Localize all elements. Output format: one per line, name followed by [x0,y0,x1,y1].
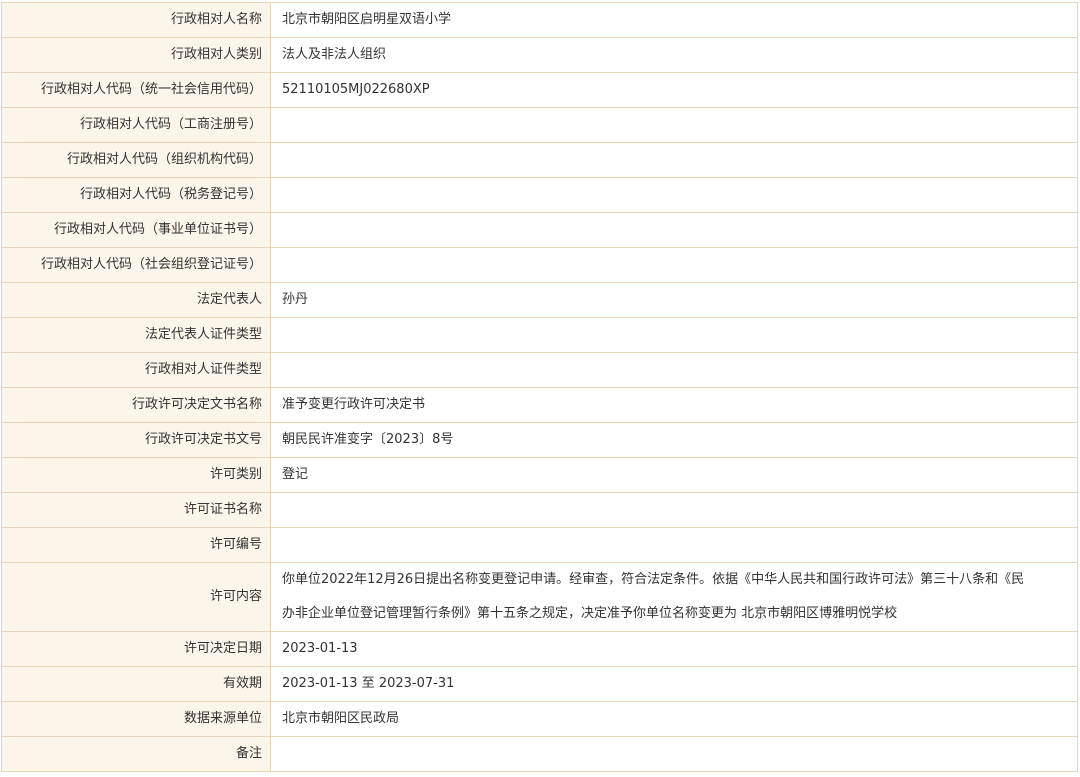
field-label: 许可内容 [1,562,271,632]
field-label: 许可编号 [1,527,271,563]
table-row: 数据来源单位 北京市朝阳区民政局 [1,701,1078,737]
field-label: 行政相对人代码（事业单位证书号） [1,212,271,248]
field-value: 2023-01-13 [270,631,1078,667]
field-value: 52110105MJ022680XP [270,72,1078,108]
table-row: 行政相对人证件类型 [1,352,1078,388]
table-row: 备注 [1,736,1078,772]
table-row: 法定代表人证件类型 [1,317,1078,353]
license-content-line: 你单位2022年12月26日提出名称变更登记申请。经审查，符合法定条件。依据《中… [282,572,1025,587]
field-value: 你单位2022年12月26日提出名称变更登记申请。经审查，符合法定条件。依据《中… [270,562,1078,632]
field-value: 2023-01-13 至 2023-07-31 [270,666,1078,702]
field-value: 孙丹 [270,282,1078,318]
field-label: 行政相对人类别 [1,37,271,73]
field-label: 许可决定日期 [1,631,271,667]
field-value [270,352,1078,388]
field-value [270,142,1078,178]
field-value: 北京市朝阳区启明星双语小学 [270,2,1078,38]
table-row: 行政相对人代码（组织机构代码） [1,142,1078,178]
table-row: 许可决定日期 2023-01-13 [1,631,1078,667]
field-label: 备注 [1,736,271,772]
field-value [270,527,1078,563]
field-value: 法人及非法人组织 [270,37,1078,73]
field-value: 准予变更行政许可决定书 [270,387,1078,423]
table-row: 行政相对人代码（社会组织登记证号） [1,247,1078,283]
table-row: 法定代表人 孙丹 [1,282,1078,318]
license-record-table: 行政相对人名称 北京市朝阳区启明星双语小学 行政相对人类别 法人及非法人组织 行… [1,2,1078,772]
field-value: 北京市朝阳区民政局 [270,701,1078,737]
field-value [270,317,1078,353]
field-value [270,492,1078,528]
field-label: 行政许可决定文书名称 [1,387,271,423]
field-label: 行政相对人证件类型 [1,352,271,388]
field-label: 数据来源单位 [1,701,271,737]
field-value [270,107,1078,143]
table-row: 许可证书名称 [1,492,1078,528]
field-label: 行政相对人名称 [1,2,271,38]
table-row: 有效期 2023-01-13 至 2023-07-31 [1,666,1078,702]
table-row: 许可内容 你单位2022年12月26日提出名称变更登记申请。经审查，符合法定条件… [1,562,1078,632]
table-row: 行政相对人代码（工商注册号） [1,107,1078,143]
field-label: 行政相对人代码（社会组织登记证号） [1,247,271,283]
field-label: 行政相对人代码（组织机构代码） [1,142,271,178]
table-row: 行政相对人代码（税务登记号） [1,177,1078,213]
field-label: 有效期 [1,666,271,702]
license-content-line: 办非企业单位登记管理暂行条例》第十五条之规定，决定准予你单位名称变更为 北京市朝… [282,606,898,621]
table-row: 行政相对人代码（事业单位证书号） [1,212,1078,248]
field-label: 行政许可决定书文号 [1,422,271,458]
field-label: 许可证书名称 [1,492,271,528]
table-row: 行政相对人类别 法人及非法人组织 [1,37,1078,73]
table-row: 行政相对人代码（统一社会信用代码） 52110105MJ022680XP [1,72,1078,108]
table-row: 许可类别 登记 [1,457,1078,493]
field-label: 许可类别 [1,457,271,493]
field-value: 登记 [270,457,1078,493]
table-row: 行政许可决定书文号 朝民民许准变字〔2023〕8号 [1,422,1078,458]
field-label: 法定代表人证件类型 [1,317,271,353]
field-label: 行政相对人代码（税务登记号） [1,177,271,213]
table-row: 行政相对人名称 北京市朝阳区启明星双语小学 [1,2,1078,38]
table-row: 行政许可决定文书名称 准予变更行政许可决定书 [1,387,1078,423]
field-value [270,736,1078,772]
field-value [270,247,1078,283]
field-label: 行政相对人代码（统一社会信用代码） [1,72,271,108]
field-value [270,212,1078,248]
field-value: 朝民民许准变字〔2023〕8号 [270,422,1078,458]
table-row: 许可编号 [1,527,1078,563]
field-label: 法定代表人 [1,282,271,318]
field-label: 行政相对人代码（工商注册号） [1,107,271,143]
field-value [270,177,1078,213]
